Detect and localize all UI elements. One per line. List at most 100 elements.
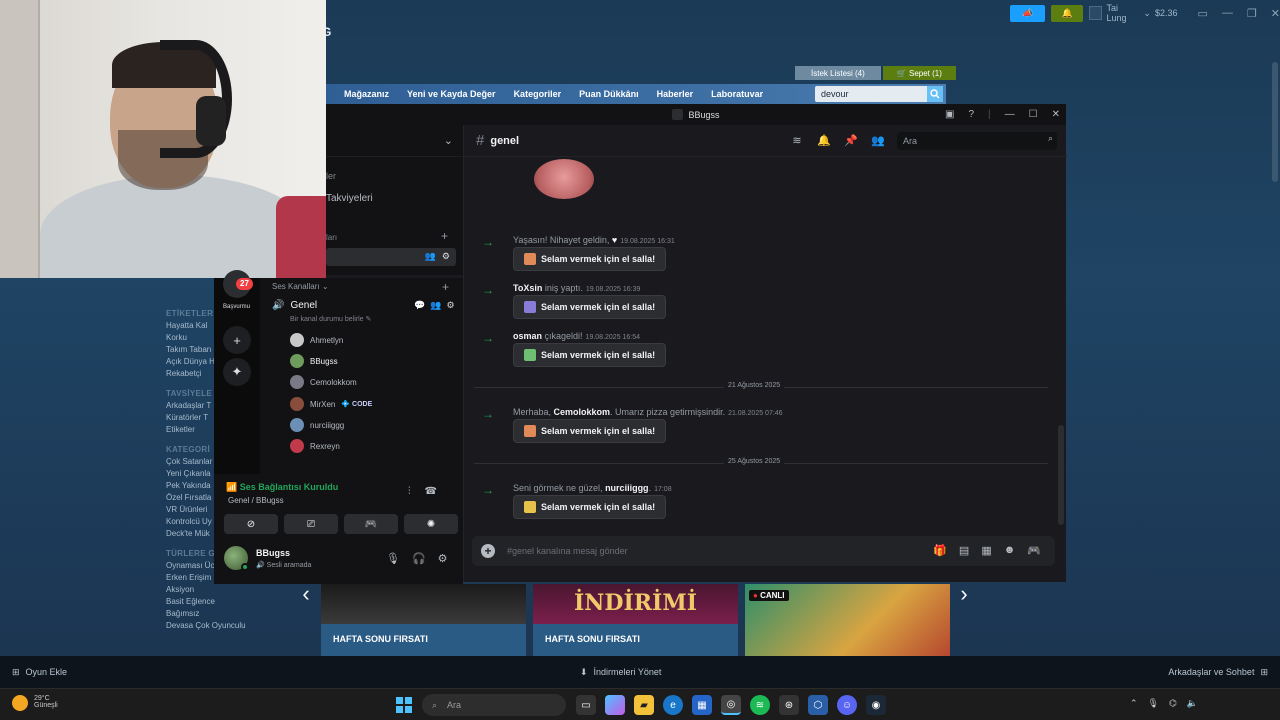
settings-icon[interactable]: ⚙ bbox=[446, 300, 454, 311]
task-view-icon[interactable]: ▭ bbox=[576, 695, 596, 715]
network-icon[interactable]: ⌬ bbox=[1169, 698, 1177, 709]
nav-your-store[interactable]: Mağazanız bbox=[344, 89, 389, 99]
wave-button[interactable]: Selam vermek için el salla! bbox=[513, 247, 667, 271]
disconnect-icon[interactable]: ☎ bbox=[425, 486, 437, 497]
message-user[interactable]: nurciiiggg bbox=[605, 483, 649, 493]
settings-icon[interactable]: ⚙ bbox=[438, 552, 448, 565]
store-search-input[interactable]: devour bbox=[815, 86, 943, 102]
steam-icon[interactable]: ◉ bbox=[866, 695, 886, 715]
sidebar-link[interactable]: Bağımsız bbox=[166, 608, 286, 620]
app-icon[interactable]: ⬡ bbox=[808, 695, 828, 715]
cart-button[interactable]: 🛒 Sepet (1) bbox=[882, 66, 956, 80]
notification-button[interactable]: 🔔 bbox=[1051, 4, 1083, 22]
microphone-icon[interactable]: 🎙 bbox=[1148, 698, 1159, 709]
headphones-icon[interactable]: 🎧 bbox=[412, 552, 426, 565]
voice-member[interactable]: Cemolokkom bbox=[290, 375, 357, 389]
big-picture-icon[interactable]: ▭ bbox=[1198, 7, 1208, 20]
close-icon[interactable]: ✕ bbox=[1052, 109, 1060, 120]
message-user[interactable]: ToXsin bbox=[513, 283, 542, 293]
apps-icon[interactable]: 🎮 bbox=[1027, 544, 1041, 557]
copilot-icon[interactable] bbox=[605, 695, 625, 715]
close-icon[interactable]: ✕ bbox=[1271, 7, 1280, 20]
windows-start-icon[interactable] bbox=[396, 697, 412, 713]
steam-user-menu[interactable]: Tai Lung ⌄ $2.36 bbox=[1088, 3, 1178, 23]
friends-chat-button[interactable]: Arkadaşlar ve Sohbet ⊞ bbox=[1168, 667, 1268, 678]
sidebar-link[interactable]: Aksiyon bbox=[166, 584, 286, 596]
nav-news[interactable]: Haberler bbox=[657, 89, 694, 99]
pin-icon[interactable]: 📌 bbox=[844, 134, 858, 148]
add-game-button[interactable]: ⊞ Oyun Ekle bbox=[12, 667, 67, 678]
inbox-icon[interactable]: ▣ bbox=[945, 109, 954, 120]
plus-icon[interactable]: + bbox=[441, 229, 448, 243]
connection-status[interactable]: 📶 Ses Bağlantısı Kuruldu bbox=[226, 482, 338, 493]
discover-icon[interactable]: ✦ bbox=[223, 358, 251, 386]
server-header[interactable]: ⌄ bbox=[326, 125, 463, 157]
message-user[interactable]: osman bbox=[513, 331, 542, 341]
user-name[interactable]: BBugss bbox=[256, 548, 290, 558]
search-input[interactable]: Ara ⌕ bbox=[897, 132, 1057, 150]
voice-member[interactable]: Ahmetlyn bbox=[290, 333, 343, 347]
help-icon[interactable]: ? bbox=[968, 109, 974, 120]
downloads-button[interactable]: ⬇ İndirmeleri Yönet bbox=[580, 667, 661, 678]
voice-member[interactable]: nurciiiggg bbox=[290, 418, 344, 432]
gif-icon[interactable]: ▤ bbox=[959, 544, 969, 557]
wave-button[interactable]: Selam vermek için el salla! bbox=[513, 495, 667, 519]
message-composer[interactable]: + #genel kanalına mesaj gönder 🎁 ▤ ▦ ☻ 🎮 bbox=[472, 536, 1055, 566]
message-user[interactable]: ♥ bbox=[612, 235, 617, 245]
add-server-icon[interactable]: + bbox=[223, 326, 251, 354]
microphone-icon[interactable]: 🎙 bbox=[386, 552, 400, 565]
nav-categories[interactable]: Kategoriler bbox=[514, 89, 562, 99]
chat-icon[interactable]: 💬 bbox=[414, 300, 425, 311]
nav-labs[interactable]: Laboratuvar bbox=[711, 89, 763, 99]
file-explorer-icon[interactable]: ▰ bbox=[634, 695, 654, 715]
taskbar-search[interactable]: ⌕ Ara bbox=[422, 694, 566, 716]
chat-scrollbar[interactable] bbox=[1058, 425, 1064, 525]
wave-button[interactable]: Selam vermek için el salla! bbox=[513, 295, 667, 319]
members-icon[interactable]: 👥 bbox=[871, 134, 885, 148]
sidebar-link[interactable]: Basit Eğlence bbox=[166, 596, 286, 608]
voice-channel-status[interactable]: Bir kanal durumu belirle ✎ bbox=[290, 315, 371, 323]
volume-icon[interactable]: 🔈 bbox=[1187, 698, 1198, 709]
edge-icon[interactable]: e bbox=[663, 695, 683, 715]
maximize-icon[interactable]: ☐ bbox=[1029, 109, 1038, 120]
threads-icon[interactable]: ≋ bbox=[790, 134, 804, 148]
sale-card[interactable]: HAFTA SONU FIRSATI bbox=[321, 584, 526, 656]
announcement-button[interactable]: 📣 bbox=[1010, 4, 1046, 22]
server-label[interactable]: Başvurmu bbox=[223, 304, 250, 310]
activity-button[interactable]: 🎮 bbox=[344, 514, 398, 534]
channel-item-selected[interactable]: ⚙ 👥 bbox=[326, 248, 456, 266]
minimize-icon[interactable]: — bbox=[1222, 7, 1233, 20]
voice-member[interactable]: BBugss bbox=[290, 354, 338, 368]
settings-icon[interactable]: ⚙ bbox=[442, 251, 450, 262]
tray-icon[interactable]: ⌃ bbox=[1130, 698, 1138, 709]
emoji-icon[interactable]: ☻ bbox=[1004, 544, 1016, 557]
bell-icon[interactable]: 🔔 bbox=[817, 134, 831, 148]
nav-points-shop[interactable]: Puan Dükkânı bbox=[579, 89, 639, 99]
soundboard-button[interactable]: ✺ bbox=[404, 514, 458, 534]
nav-new-noteworthy[interactable]: Yeni ve Kayda Değer bbox=[407, 89, 496, 99]
wave-button[interactable]: Selam vermek için el salla! bbox=[513, 343, 667, 367]
voice-member[interactable]: MirXen 💠 CODE bbox=[290, 397, 372, 411]
gift-icon[interactable]: 🎁 bbox=[933, 544, 947, 557]
wishlist-button[interactable]: İstek Listesi (4) bbox=[795, 66, 881, 80]
page-scrollbar[interactable] bbox=[1272, 62, 1278, 182]
channel-item[interactable]: ler bbox=[326, 171, 336, 181]
connection-sub[interactable]: Genel / BBugss bbox=[228, 496, 284, 505]
app-icon[interactable]: ⊛ bbox=[779, 695, 799, 715]
plus-icon[interactable]: + bbox=[442, 280, 449, 294]
minimize-icon[interactable]: — bbox=[1005, 109, 1015, 120]
channel-item-boosts[interactable]: Takviyeleri bbox=[326, 193, 373, 204]
category-header[interactable]: ları bbox=[326, 233, 337, 242]
search-icon[interactable] bbox=[927, 86, 943, 102]
spotify-icon[interactable]: ≋ bbox=[750, 695, 770, 715]
attach-plus-icon[interactable]: + bbox=[481, 544, 495, 558]
sale-card[interactable]: İNDİRİMİ HAFTA SONU FIRSATI bbox=[533, 584, 738, 656]
chrome-icon[interactable]: ◎ bbox=[721, 695, 741, 715]
noise-suppression-icon[interactable]: ⫶ bbox=[408, 486, 411, 497]
store-icon[interactable]: ▦ bbox=[692, 695, 712, 715]
maximize-icon[interactable]: ❐ bbox=[1247, 7, 1257, 20]
invite-icon[interactable]: 👥 bbox=[430, 300, 441, 311]
weather-widget[interactable]: 29°C Güneşli bbox=[12, 695, 58, 711]
sidebar-link[interactable]: Devasa Çok Oyunculu bbox=[166, 620, 286, 632]
invite-icon[interactable]: 👥 bbox=[425, 251, 436, 262]
